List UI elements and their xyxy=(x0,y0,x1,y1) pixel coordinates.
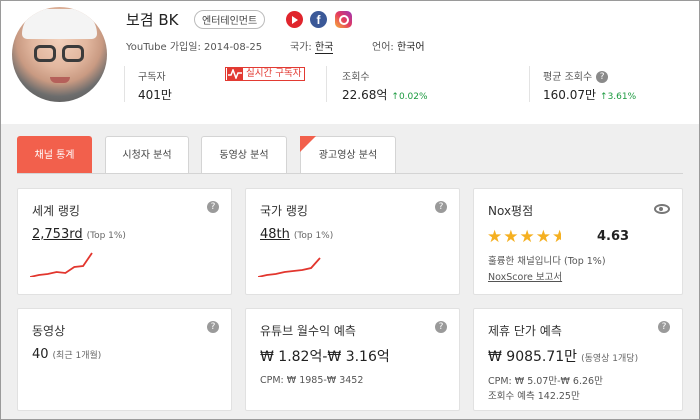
videos-value: 40 (최근 1개월) xyxy=(32,347,102,362)
subscribers-label: 구독자 xyxy=(138,72,166,83)
country: 국가: 한국 xyxy=(290,42,334,54)
subscribers-value: 401만 xyxy=(138,88,172,102)
pulse-icon xyxy=(227,68,243,80)
half-star-icon: ★ xyxy=(551,227,561,247)
help-icon[interactable]: ? xyxy=(596,71,609,83)
ad-price-value: ₩ 9085.71만 (동영상 1개당) xyxy=(488,349,639,365)
youtube-icon[interactable] xyxy=(286,11,303,28)
country-rank-card: 국가 랭킹 ? 48th (Top 1%) xyxy=(245,188,460,295)
nox-score-card: Nox평점 ★★★★★ 4.63 훌륭한 채널입니다 (Top 1%) NoxS… xyxy=(473,188,683,295)
revenue-card: 유튜브 월수익 예측 ? ₩ 1.82억-₩ 3.16억 CPM: ₩ 1985… xyxy=(245,308,460,411)
help-icon[interactable]: ? xyxy=(207,321,219,333)
help-icon[interactable]: ? xyxy=(207,201,219,213)
instagram-icon[interactable] xyxy=(335,11,352,28)
revenue-cpm: CPM: ₩ 1985-₩ 3452 xyxy=(260,375,364,386)
ad-price-card: 제휴 단가 예측 ? ₩ 9085.71만 (동영상 1개당) CPM: ₩ 5.… xyxy=(473,308,683,411)
ad-expected-views: 조회수 예측 142.25만 xyxy=(488,391,580,402)
tab-videos[interactable]: 동영상 분석 xyxy=(201,136,287,174)
country-link[interactable]: 한국 xyxy=(314,42,334,54)
avg-views-value: 160.07만 ↑3.61% xyxy=(543,88,637,102)
category-tag[interactable]: 엔터테인먼트 xyxy=(194,10,266,29)
nox-score-value: 4.63 xyxy=(597,229,630,244)
channel-name: 보겸 BK xyxy=(126,11,179,29)
facebook-icon[interactable]: f xyxy=(310,11,327,28)
eye-icon[interactable] xyxy=(654,204,670,214)
country-rank-sparkline xyxy=(258,257,321,277)
nox-report-link[interactable]: NoxScore 보고서 xyxy=(488,269,562,283)
help-icon[interactable]: ? xyxy=(435,321,447,333)
channel-avatar[interactable] xyxy=(12,7,107,102)
tab-channel-stats[interactable]: 채널 통계 xyxy=(17,136,92,174)
join-date: YouTube 가입일: 2014-08-25 xyxy=(126,42,263,53)
divider xyxy=(326,66,327,102)
avg-views-delta: ↑3.61% xyxy=(600,92,637,102)
views-value: 22.68억 ↑0.02% xyxy=(342,88,428,102)
realtime-subscribers-button[interactable]: 실시간 구독자 xyxy=(225,67,306,81)
divider xyxy=(529,66,530,102)
avg-views-label: 평균 조회수? xyxy=(543,68,609,83)
revenue-value: ₩ 1.82억-₩ 3.16억 xyxy=(260,349,390,365)
world-rank-value[interactable]: 2,753rd (Top 1%) xyxy=(32,227,126,242)
world-rank-sparkline xyxy=(30,252,93,277)
videos-card: 동영상 ? 40 (최근 1개월) xyxy=(17,308,232,411)
country-rank-value[interactable]: 48th (Top 1%) xyxy=(260,227,333,242)
help-icon[interactable]: ? xyxy=(658,321,670,333)
new-badge xyxy=(300,136,316,152)
views-delta: ↑0.02% xyxy=(391,92,428,102)
help-icon[interactable]: ? xyxy=(435,201,447,213)
rating-stars: ★★★★★ xyxy=(487,227,561,247)
divider xyxy=(124,66,125,102)
ad-price-cpm: CPM: ₩ 5.07만-₩ 6.26만 xyxy=(488,376,603,387)
world-rank-card: 세계 랭킹 ? 2,753rd (Top 1%) xyxy=(17,188,232,295)
tab-divider xyxy=(17,173,683,174)
nox-score-desc: 훌륭한 채널입니다 (Top 1%) xyxy=(488,256,606,267)
tab-ad-videos[interactable]: 광고영상 분석 xyxy=(300,136,396,174)
views-label: 조회수 xyxy=(342,72,370,83)
tab-audience[interactable]: 시청자 분석 xyxy=(105,136,189,174)
language: 언어: 한국어 xyxy=(372,42,425,53)
